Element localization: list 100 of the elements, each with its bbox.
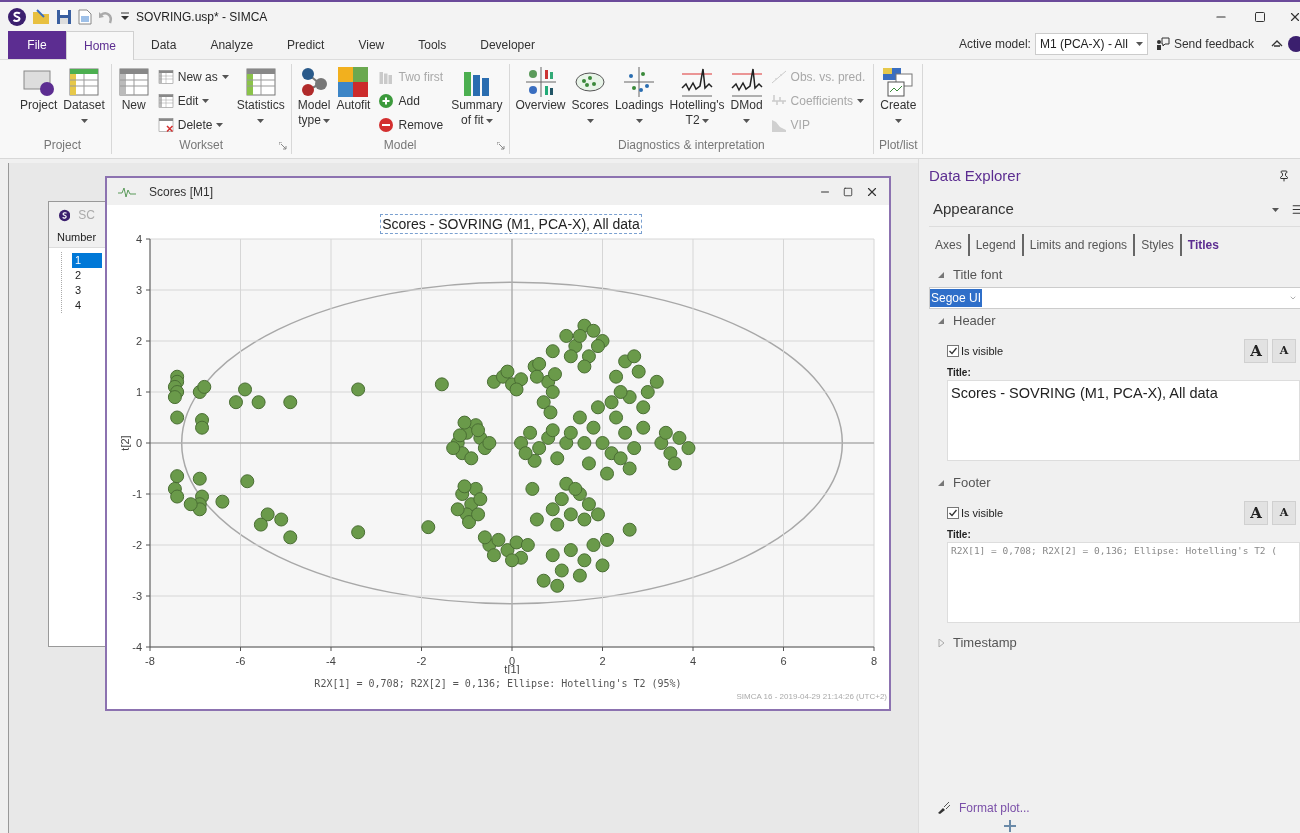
ribbon-large-button[interactable]: Loadings bbox=[612, 64, 666, 123]
column-header[interactable]: Number bbox=[49, 228, 105, 248]
caret-icon bbox=[635, 119, 643, 123]
pin-icon[interactable] bbox=[1278, 170, 1290, 182]
timestamp-text: SIMCA 16 - 2019-04-29 21:14:26 (UTC+2) bbox=[736, 691, 887, 703]
ribbon-large-button[interactable]: DMod bbox=[728, 64, 765, 123]
tree-row[interactable]: 2 bbox=[72, 268, 102, 283]
ribbon-large-button[interactable]: Overview bbox=[513, 64, 568, 113]
active-model-dropdown[interactable]: M1 (PCA-X) - All bbox=[1034, 33, 1148, 55]
line-chart-icon bbox=[770, 69, 787, 85]
ribbon-large-button[interactable]: Autofit bbox=[334, 64, 373, 113]
title-text-field[interactable]: R2X[1] = 0,708; R2X[2] = 0,136; Ellipse: Hotelling's T2 ( bbox=[947, 542, 1300, 623]
chart-footer: R2X[1] = 0,708; R2X[2] = 0,136; Ellipse: Hotelling's T2 (95%) bbox=[314, 676, 682, 691]
increase-font-button[interactable]: A bbox=[1244, 501, 1268, 525]
ribbon-large-button[interactable]: Dataset bbox=[61, 64, 107, 123]
save-icon[interactable] bbox=[56, 9, 72, 25]
ribbon-tab[interactable]: View bbox=[341, 31, 402, 59]
scores-window[interactable] bbox=[105, 176, 891, 711]
decrease-font-button[interactable]: A bbox=[1272, 501, 1296, 525]
x-tick-label: 2 bbox=[599, 655, 606, 667]
x-tick-label: -6 bbox=[235, 655, 246, 667]
line-chart-icon bbox=[681, 66, 714, 98]
ribbon-small-button[interactable]: Edit bbox=[153, 90, 233, 112]
y-tick-label: 2 bbox=[135, 335, 142, 347]
caret-icon bbox=[221, 75, 229, 79]
chart-title[interactable]: Scores - SOVRING (M1, PCA-X), All data bbox=[380, 214, 642, 234]
tree-row[interactable]: 3 bbox=[72, 283, 102, 298]
x-tick-label: -4 bbox=[326, 655, 336, 667]
caret-icon bbox=[701, 118, 709, 123]
ribbon-large-button[interactable]: New bbox=[115, 64, 152, 113]
section-title: Appearance bbox=[932, 199, 1014, 220]
decrease-font-button[interactable]: A bbox=[1272, 339, 1296, 363]
ribbon-small-button[interactable]: Add bbox=[374, 90, 448, 112]
bar-chart-icon bbox=[378, 69, 395, 85]
panel-tab[interactable]: Limits and regions bbox=[1021, 234, 1134, 256]
ribbon-tab[interactable]: Analyze bbox=[193, 31, 271, 59]
send-feedback-button[interactable]: Send feedback bbox=[1155, 35, 1254, 53]
tree-row[interactable]: 1 bbox=[72, 253, 102, 268]
section-header[interactable]: Footer bbox=[929, 471, 1300, 495]
table-icon bbox=[68, 66, 101, 98]
section-header[interactable]: Header bbox=[929, 309, 1300, 333]
ribbon-tab[interactable]: Data bbox=[134, 31, 194, 59]
caret-icon bbox=[322, 118, 330, 123]
ribbon-small-button[interactable]: New as bbox=[153, 66, 233, 88]
plus-icon[interactable] bbox=[1003, 819, 1017, 833]
plus-icon bbox=[378, 93, 395, 109]
caret-icon bbox=[202, 99, 210, 103]
title-label: Title: bbox=[947, 528, 972, 542]
panel-tab[interactable]: Legend bbox=[967, 234, 1022, 256]
title-text-field[interactable]: Scores - SOVRING (M1, PCA-X), All data bbox=[947, 380, 1300, 461]
increase-font-button[interactable]: A bbox=[1244, 339, 1268, 363]
file-tab[interactable]: File bbox=[8, 31, 66, 59]
ribbon-small-button[interactable]: Delete bbox=[153, 114, 233, 136]
dialog-launcher-icon[interactable] bbox=[278, 142, 287, 150]
y-tick-label: -1 bbox=[132, 488, 142, 500]
panel-tab[interactable]: Axes bbox=[929, 234, 968, 256]
workset-window[interactable]: SC Number 1 2 3 4 bbox=[48, 201, 105, 647]
y-tick-label: 4 bbox=[135, 234, 142, 245]
ribbon-group-label: Diagnostics & interpretation bbox=[618, 137, 765, 154]
app-logo-icon[interactable] bbox=[8, 8, 26, 26]
ribbon-tab[interactable]: Home bbox=[66, 31, 134, 60]
visible-checkbox[interactable]: Is visible bbox=[947, 504, 1004, 522]
help-icon[interactable] bbox=[1288, 36, 1300, 52]
ribbon-tab[interactable]: Tools bbox=[401, 31, 464, 59]
dialog-launcher-icon[interactable] bbox=[496, 142, 505, 150]
tree-row[interactable]: 4 bbox=[72, 298, 102, 313]
brush-icon bbox=[937, 802, 951, 814]
ribbon-group-label: Project bbox=[43, 137, 82, 154]
maximize-icon[interactable] bbox=[1254, 11, 1266, 23]
section-header[interactable]: Timestamp bbox=[929, 631, 1300, 655]
caret-icon bbox=[894, 119, 902, 123]
collapse-arrow-icon bbox=[937, 479, 945, 487]
ribbon-small-button[interactable]: Remove bbox=[374, 114, 448, 136]
format-plot-link[interactable]: Format plot... bbox=[937, 799, 1030, 817]
visible-checkbox[interactable]: Is visible bbox=[947, 342, 1004, 360]
caret-icon bbox=[1289, 294, 1297, 302]
ribbon-tab[interactable]: Predict bbox=[270, 31, 342, 59]
caret-icon bbox=[586, 119, 594, 123]
x-tick-label: -8 bbox=[145, 655, 155, 667]
panel-tab[interactable]: Styles bbox=[1133, 234, 1180, 256]
font-select[interactable]: Segoe UI bbox=[929, 287, 1300, 309]
ribbon-large-button[interactable]: Summary of fit bbox=[449, 64, 505, 128]
customize-toolbar-icon[interactable] bbox=[120, 12, 130, 22]
x-tick-label: 8 bbox=[870, 655, 878, 667]
ribbon-large-button[interactable]: Statistics bbox=[234, 64, 287, 123]
bar-chart-icon bbox=[770, 117, 787, 133]
panel-tab[interactable]: Titles bbox=[1179, 234, 1225, 256]
close-icon[interactable] bbox=[1288, 10, 1300, 24]
ribbon-large-button[interactable]: Model type bbox=[295, 64, 333, 128]
table-icon bbox=[157, 69, 174, 85]
ribbon-large-button[interactable]: Create bbox=[878, 64, 919, 123]
table-icon bbox=[157, 93, 174, 109]
ribbon-large-button[interactable]: Project bbox=[18, 64, 60, 113]
caret-icon bbox=[257, 119, 265, 123]
ribbon-tab[interactable]: Developer bbox=[463, 31, 552, 59]
folder-icon[interactable] bbox=[32, 8, 50, 26]
ribbon-large-button[interactable]: Scores bbox=[569, 64, 611, 123]
y-tick-label: 0 bbox=[135, 437, 142, 449]
section-header[interactable]: Title font bbox=[929, 263, 1300, 287]
ribbon-large-button[interactable]: Hotelling's T2 bbox=[667, 64, 727, 128]
